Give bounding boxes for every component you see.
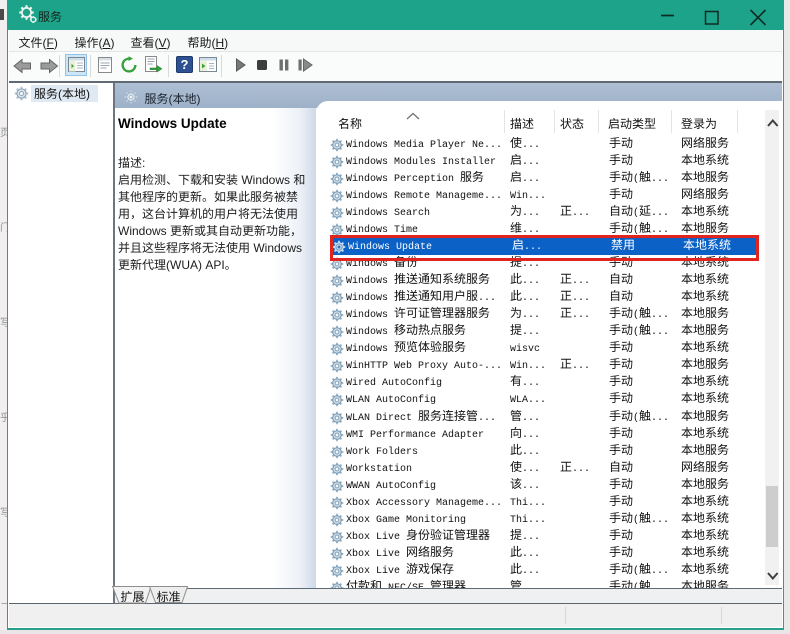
svg-text:?: ? [180,57,188,72]
